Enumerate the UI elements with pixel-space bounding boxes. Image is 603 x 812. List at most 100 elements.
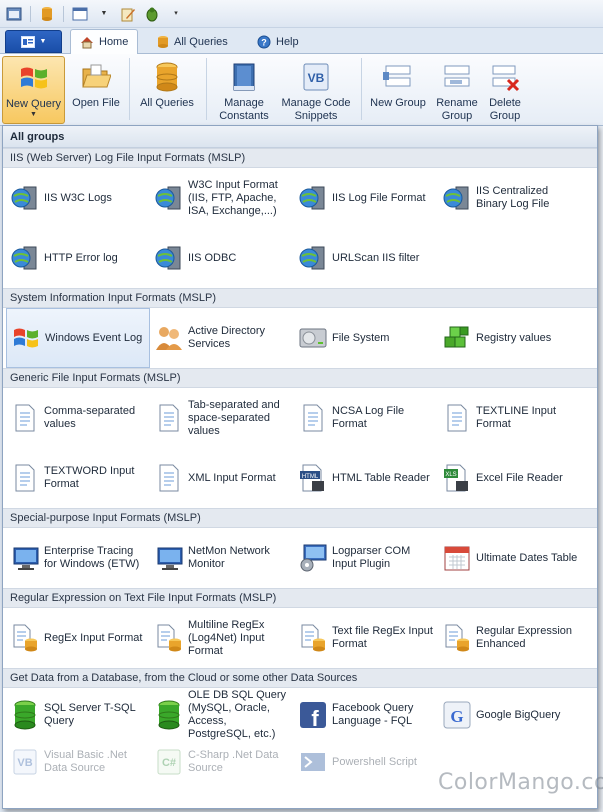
gallery-item-label: Enterprise Tracing for Windows (ETW) — [44, 545, 140, 570]
svg-text:C#: C# — [162, 757, 176, 769]
ribbon: New Query ▼ Open File All Queries Manage… — [0, 54, 603, 126]
window-icon[interactable] — [70, 4, 90, 24]
gallery-item-iis-centralized-binary[interactable]: IIS Centralized Binary Log File — [438, 168, 582, 228]
chevron-down-icon[interactable]: ▼ — [94, 4, 114, 24]
gallery-item-label: File System — [332, 331, 390, 344]
gallery-item-google-bigquery[interactable]: G Google BigQuery — [438, 688, 582, 742]
gallery-item-csv[interactable]: Comma-separated values — [6, 388, 150, 448]
gallery-item-oledb[interactable]: OLE DB SQL Query (MySQL, Oracle, Access,… — [150, 688, 294, 742]
server-globe-icon — [298, 242, 328, 274]
tab-label: Home — [99, 36, 129, 48]
server-globe-icon — [154, 242, 184, 274]
html-file-icon: HTML — [298, 462, 328, 494]
gallery-item-textline[interactable]: TEXTLINE Input Format — [438, 388, 582, 448]
gallery-item-urlscan-iis-filter[interactable]: URLScan IIS filter — [294, 228, 438, 288]
gallery-item-com-plugin[interactable]: Logparser COM Input Plugin — [294, 528, 438, 588]
gallery-item-label: Ultimate Dates Table — [476, 551, 578, 564]
database-icon[interactable] — [37, 4, 57, 24]
svg-text:?: ? — [261, 37, 267, 47]
server-globe-icon — [10, 182, 40, 214]
gallery-item-vb-net[interactable]: VB Visual Basic .Net Data Source — [6, 742, 150, 782]
background-panel — [599, 126, 603, 812]
database-icon — [158, 35, 168, 48]
gallery-item-facebook-fql[interactable]: f Facebook Query Language - FQL — [294, 688, 438, 742]
gallery-item-powershell[interactable]: Powershell Script — [294, 742, 438, 782]
windows-logo-icon — [18, 61, 50, 95]
new-group-label: New Group — [370, 97, 426, 109]
svg-text:VB: VB — [17, 757, 32, 769]
gallery-item-registry-values[interactable]: Registry values — [438, 308, 582, 368]
new-group-button[interactable]: New Group — [367, 56, 429, 124]
gallery-item-label: NCSA Log File Format — [332, 405, 405, 430]
rename-group-button[interactable]: Rename Group — [433, 56, 481, 124]
gallery-item-ncsa-log[interactable]: NCSA Log File Format — [294, 388, 438, 448]
gallery-item-label: Google BigQuery — [476, 708, 561, 721]
section-header: Regular Expression on Text File Input Fo… — [3, 588, 597, 608]
document-database-icon — [442, 622, 472, 654]
customize-icon[interactable]: ▾ — [166, 4, 186, 24]
monitor-icon — [10, 542, 40, 574]
gallery-item-iis-log-file-format[interactable]: IIS Log File Format — [294, 168, 438, 228]
tab-home[interactable]: Home — [70, 29, 139, 54]
document-icon — [10, 462, 40, 494]
gallery-item-tsv[interactable]: Tab-separated and space-separated values — [150, 388, 294, 448]
new-query-button[interactable]: New Query ▼ — [2, 56, 65, 124]
delete-group-button[interactable]: Delete Group — [483, 56, 527, 124]
hard-drive-icon — [298, 322, 328, 354]
rename-group-label: Rename Group — [436, 97, 478, 122]
tab-help[interactable]: ? Help — [248, 29, 308, 54]
help-icon: ? — [257, 35, 271, 48]
gallery-item-file-system[interactable]: File System — [294, 308, 438, 368]
app-window-icon[interactable] — [4, 4, 24, 24]
gallery-item-iis-odbc[interactable]: IIS ODBC — [150, 228, 294, 288]
server-globe-icon — [298, 182, 328, 214]
divider — [63, 5, 64, 22]
gallery-title: All groups — [3, 126, 597, 148]
gallery-item-label: TEXTWORD Input Format — [44, 465, 135, 490]
gallery-item-excel[interactable]: XLS Excel File Reader — [438, 448, 582, 508]
open-file-button[interactable]: Open File — [69, 56, 123, 124]
all-queries-button[interactable]: All Queries — [137, 56, 197, 124]
gallery-item-label: Registry values — [476, 331, 552, 344]
gallery-item-textword[interactable]: TEXTWORD Input Format — [6, 448, 150, 508]
gallery-item-dates-table[interactable]: Ultimate Dates Table — [438, 528, 582, 588]
gallery-item-w3c-input-format[interactable]: W3C Input Format (IIS, FTP, Apache, ISA,… — [150, 168, 294, 228]
gallery-item-label: C-Sharp .Net Data Source — [188, 749, 279, 774]
excel-file-icon: XLS — [442, 462, 472, 494]
manage-constants-button[interactable]: Manage Constants — [212, 56, 276, 124]
delete-group-label: Delete Group — [489, 97, 521, 122]
gallery-item-active-directory[interactable]: Active Directory Services — [150, 308, 294, 368]
gallery-item-multiline-regex[interactable]: Multiline RegEx (Log4Net) Input Format — [150, 608, 294, 668]
green-database-icon — [10, 699, 40, 731]
gallery-item-iis-w3c-logs[interactable]: IIS W3C Logs — [6, 168, 150, 228]
gallery-item-html-table[interactable]: HTML HTML Table Reader — [294, 448, 438, 508]
gallery-item-xml[interactable]: XML Input Format — [150, 448, 294, 508]
gallery-item-regex-input[interactable]: RegEx Input Format — [6, 608, 150, 668]
svg-text:VB: VB — [308, 71, 325, 85]
gallery-item-regex-enhanced[interactable]: Regular Expression Enhanced — [438, 608, 582, 668]
gallery-item-etw[interactable]: Enterprise Tracing for Windows (ETW) — [6, 528, 150, 588]
gallery-item-http-error-log[interactable]: HTTP Error log — [6, 228, 150, 288]
gallery-item-csharp-net[interactable]: C# C-Sharp .Net Data Source — [150, 742, 294, 782]
open-file-label: Open File — [72, 97, 120, 109]
gallery-item-netmon[interactable]: NetMon Network Monitor — [150, 528, 294, 588]
gallery-item-text-file-regex[interactable]: Text file RegEx Input Format — [294, 608, 438, 668]
server-globe-icon — [442, 182, 472, 214]
gallery-item-label: NetMon Network Monitor — [188, 545, 270, 570]
gallery-item-label: Text file RegEx Input Format — [332, 625, 433, 650]
new-query-gallery: All groups IIS (Web Server) Log File Inp… — [2, 125, 598, 809]
windows-logo-icon — [11, 322, 41, 354]
rename-group-icon — [441, 60, 473, 94]
gallery-item-label: HTTP Error log — [44, 251, 118, 264]
tab-all-queries[interactable]: All Queries — [148, 29, 237, 54]
bug-icon[interactable] — [142, 4, 162, 24]
manage-snippets-button[interactable]: VB Manage Code Snippets — [280, 56, 352, 124]
chevron-down-icon: ▼ — [30, 111, 37, 118]
section-header: Special-purpose Input Formats (MSLP) — [3, 508, 597, 528]
app-menu-button[interactable]: ▼ — [5, 30, 62, 53]
gallery-item-sql-server[interactable]: SQL Server T-SQL Query — [6, 688, 150, 742]
watermark: ColorMango.com — [438, 770, 603, 795]
edit-icon[interactable] — [118, 4, 138, 24]
home-icon — [81, 36, 93, 48]
gallery-item-windows-event-log[interactable]: Windows Event Log — [6, 308, 150, 368]
